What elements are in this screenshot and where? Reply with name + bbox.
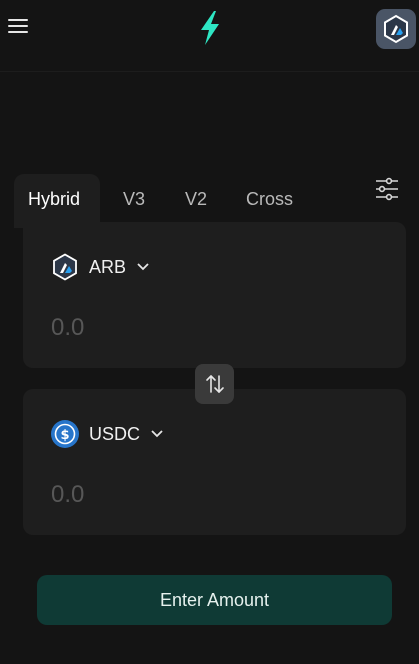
tab-v3[interactable]: V3 <box>123 174 145 228</box>
arbitrum-icon <box>384 14 408 44</box>
from-amount-input[interactable] <box>51 310 351 346</box>
settings-sliders-icon[interactable] <box>372 174 402 204</box>
lightning-logo-icon[interactable] <box>195 10 225 46</box>
from-token-selector[interactable]: ARB <box>51 250 150 284</box>
tab-v2[interactable]: V2 <box>185 174 207 228</box>
tab-cross[interactable]: Cross <box>246 174 293 228</box>
top-bar <box>0 0 419 72</box>
to-token-selector[interactable]: $ USDC <box>51 417 164 451</box>
from-token-symbol: ARB <box>89 256 127 277</box>
chevron-down-icon <box>137 263 149 271</box>
network-selector-button[interactable] <box>376 9 416 49</box>
from-token-card: ARB <box>23 222 406 368</box>
chevron-down-icon <box>151 430 163 438</box>
to-token-symbol: USDC <box>89 423 141 444</box>
to-token-card: $ USDC <box>23 389 406 535</box>
menu-icon[interactable] <box>8 16 30 38</box>
arb-token-icon <box>51 253 79 281</box>
to-amount-input[interactable] <box>51 477 351 513</box>
swap-direction-button[interactable] <box>195 364 234 404</box>
usdc-token-icon: $ <box>51 420 79 448</box>
tab-hybrid[interactable]: Hybrid <box>14 174 100 228</box>
swap-arrows-icon <box>205 375 224 393</box>
svg-text:$: $ <box>60 428 69 443</box>
enter-amount-button[interactable]: Enter Amount <box>37 575 392 625</box>
